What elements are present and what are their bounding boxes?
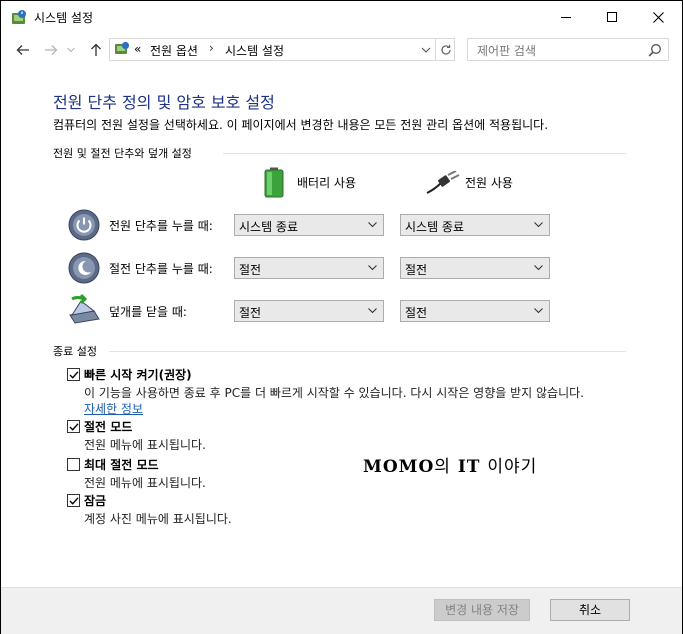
select-value: 절전	[405, 263, 428, 277]
arrow-up-icon	[91, 43, 101, 56]
power-plug-icon	[426, 171, 460, 194]
sleep-title[interactable]: 절전 모드	[84, 418, 132, 435]
section-divider	[109, 351, 626, 352]
laptop-lid-icon	[69, 293, 100, 324]
section-title-shutdown: 종료 설정	[53, 345, 97, 358]
select-value: 절전	[239, 306, 262, 320]
maximize-button[interactable]	[589, 1, 635, 34]
power-button-battery-select[interactable]: 시스템 종료	[234, 214, 384, 236]
close-icon	[652, 12, 664, 23]
breadcrumb-power-options[interactable]: 전원 옵션	[150, 42, 198, 59]
sleep-checkbox[interactable]	[67, 420, 80, 433]
hibernate-description: 전원 메뉴에 표시됩니다.	[84, 476, 206, 490]
power-options-icon	[12, 10, 26, 24]
lid-close-label: 덮개를 닫을 때:	[109, 305, 187, 319]
more-info-link[interactable]: 자세한 정보	[84, 400, 143, 417]
select-value: 시스템 종료	[239, 220, 299, 234]
cancel-button[interactable]: 취소	[550, 599, 630, 621]
hibernate-title[interactable]: 최대 절전 모드	[84, 456, 159, 473]
title-bar: 시스템 설정	[1, 1, 682, 34]
lock-checkbox[interactable]	[67, 494, 80, 507]
power-button-label: 전원 단추를 누를 때:	[109, 219, 213, 233]
select-value: 시스템 종료	[405, 220, 465, 234]
refresh-icon	[441, 44, 451, 55]
refresh-button[interactable]	[435, 39, 456, 60]
section-divider	[223, 153, 626, 154]
minimize-button[interactable]	[543, 1, 589, 34]
chevron-down-icon	[368, 265, 377, 271]
chevron-down-icon	[368, 308, 377, 314]
chevron-down-icon	[534, 308, 543, 314]
minimize-icon	[560, 17, 571, 18]
fast-startup-description: 이 기능을 사용하면 종료 후 PC를 더 빠르게 시작할 수 있습니다. 다시…	[84, 386, 584, 400]
sleep-description: 전원 메뉴에 표시됩니다.	[84, 438, 206, 452]
watermark-suffix: 이야기	[487, 457, 538, 477]
lock-description: 계정 사진 메뉴에 표시됩니다.	[84, 512, 232, 526]
window: 시스템 설정 « 전원 옵션 › 시스템 설정 제어판 검색 전원 단추 정의 …	[0, 0, 683, 634]
sleep-button-label: 절전 단추를 누를 때:	[109, 262, 213, 276]
watermark-particle: 의	[434, 457, 451, 477]
arrow-left-icon	[16, 45, 29, 55]
lid-close-plugged-select[interactable]: 절전	[400, 300, 550, 322]
watermark-brand: MOMO	[363, 457, 435, 477]
chevron-down-icon	[534, 222, 543, 228]
maximize-icon	[606, 12, 617, 22]
fast-startup-checkbox[interactable]	[67, 368, 80, 381]
chevron-down-icon[interactable]	[419, 42, 433, 58]
breadcrumb-system-settings[interactable]: 시스템 설정	[225, 42, 284, 59]
breadcrumb-overflow[interactable]: «	[134, 42, 141, 56]
power-button-icon	[68, 209, 100, 241]
checkmark-icon	[69, 497, 79, 505]
recent-dropdown-button[interactable]	[65, 40, 77, 60]
select-value: 절전	[239, 263, 262, 277]
back-button[interactable]	[13, 40, 33, 60]
arrow-right-icon	[45, 45, 58, 55]
section-title-buttons: 전원 및 절전 단추와 덮개 설정	[53, 147, 192, 160]
chevron-down-icon	[534, 265, 543, 271]
close-button[interactable]	[635, 1, 681, 34]
search-box[interactable]: 제어판 검색	[467, 38, 669, 61]
checkmark-icon	[69, 423, 79, 431]
watermark: MOMO의 IT 이야기	[363, 452, 537, 477]
fast-startup-title[interactable]: 빠른 시작 켜기(권장)	[84, 366, 192, 383]
search-placeholder: 제어판 검색	[477, 44, 537, 58]
lid-close-battery-select[interactable]: 절전	[234, 300, 384, 322]
page-description: 컴퓨터의 전원 설정을 선택하세요. 이 페이지에서 변경한 내용은 모든 전원…	[53, 118, 549, 132]
select-value: 절전	[405, 306, 428, 320]
sleep-button-plugged-select[interactable]: 절전	[400, 257, 550, 279]
checkmark-icon	[69, 371, 79, 379]
hibernate-checkbox[interactable]	[67, 458, 80, 471]
chevron-down-icon	[368, 222, 377, 228]
page-title: 전원 단추 정의 및 암호 보호 설정	[53, 93, 275, 112]
breadcrumb-separator-icon[interactable]: ›	[209, 41, 214, 55]
battery-icon	[264, 167, 284, 198]
window-title: 시스템 설정	[34, 11, 94, 25]
search-icon[interactable]	[648, 43, 662, 57]
up-button[interactable]	[86, 40, 106, 60]
sleep-button-icon	[68, 252, 100, 284]
address-bar[interactable]: « 전원 옵션 › 시스템 설정	[109, 38, 455, 61]
battery-column-label: 배터리 사용	[297, 176, 357, 190]
forward-button[interactable]	[41, 40, 61, 60]
power-button-plugged-select[interactable]: 시스템 종료	[400, 214, 550, 236]
chevron-down-icon	[67, 47, 75, 53]
control-panel-icon	[115, 41, 130, 54]
watermark-it: IT	[457, 457, 481, 477]
lock-title[interactable]: 잠금	[84, 492, 106, 509]
sleep-button-battery-select[interactable]: 절전	[234, 257, 384, 279]
footer: 변경 내용 저장 취소	[1, 587, 682, 634]
save-changes-button[interactable]: 변경 내용 저장	[434, 599, 530, 621]
plugged-column-label: 전원 사용	[465, 176, 513, 190]
